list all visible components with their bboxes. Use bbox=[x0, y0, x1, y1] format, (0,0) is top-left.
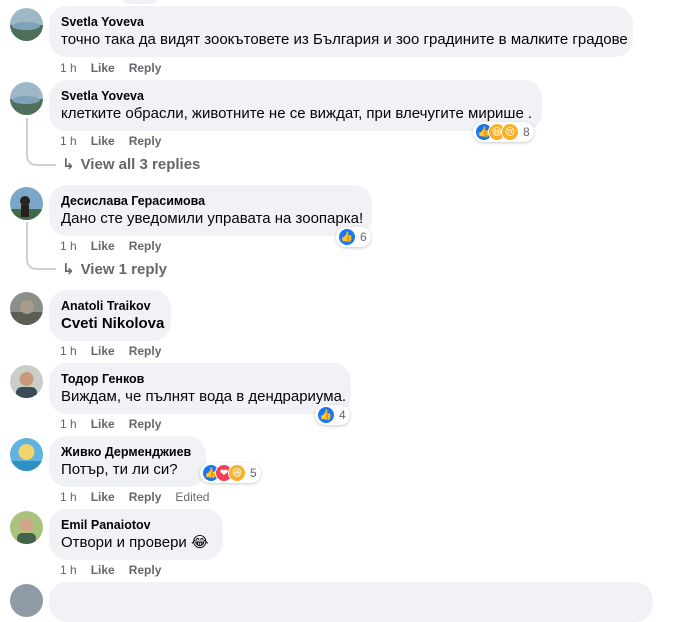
comment-author[interactable]: Тодор Генков bbox=[61, 371, 339, 387]
reply-arrow-icon: ↳ bbox=[62, 261, 75, 278]
thread-elbow bbox=[26, 256, 56, 270]
comment-time[interactable]: 1 h bbox=[60, 563, 77, 577]
view-replies-link[interactable]: ↳ View 1 reply bbox=[62, 260, 168, 279]
reaction-count: 5 bbox=[250, 466, 257, 480]
reaction-summary[interactable]: 👍 4 bbox=[315, 405, 350, 425]
reply-button[interactable]: Reply bbox=[129, 344, 162, 358]
reaction-summary[interactable]: 👍 😆 😢 8 bbox=[473, 122, 534, 142]
reaction-summary[interactable]: 👍 6 bbox=[336, 227, 371, 247]
like-button[interactable]: Like bbox=[91, 490, 115, 504]
comment-bubble: Живко Дерменджиев Потър, ти ли си? bbox=[49, 436, 206, 487]
reply-button[interactable]: Reply bbox=[129, 490, 162, 504]
tagged-user-link[interactable]: Cveti Nikolova bbox=[61, 314, 164, 334]
like-icon: 👍 bbox=[338, 228, 356, 246]
comment-actions: 1 h Like Reply bbox=[60, 416, 175, 432]
reaction-count: 8 bbox=[523, 125, 530, 139]
comment-time[interactable]: 1 h bbox=[60, 134, 77, 148]
like-button[interactable]: Like bbox=[91, 563, 115, 577]
like-icon: 👍 bbox=[317, 406, 335, 424]
avatar[interactable] bbox=[10, 187, 43, 220]
avatar[interactable] bbox=[10, 8, 43, 41]
comment-time[interactable]: 1 h bbox=[60, 490, 77, 504]
avatar[interactable] bbox=[10, 365, 43, 398]
like-button[interactable]: Like bbox=[91, 61, 115, 75]
comment-bubble: Svetla Yoveva клетките обрасли, животнит… bbox=[49, 80, 542, 131]
haha-icon: 😆 bbox=[228, 464, 246, 482]
reply-button[interactable]: Reply bbox=[129, 417, 162, 431]
comment-author[interactable]: Anatoli Traikov bbox=[61, 298, 159, 314]
comment-time[interactable]: 1 h bbox=[60, 344, 77, 358]
like-button[interactable]: Like bbox=[91, 134, 115, 148]
reply-arrow-icon: ↳ bbox=[62, 156, 75, 173]
like-button[interactable]: Like bbox=[91, 344, 115, 358]
comment-author[interactable]: Десислава Герасимова bbox=[61, 193, 360, 209]
comment-bubble: Десислава Герасимова Дано сте уведомили … bbox=[49, 185, 372, 236]
comment-text: Потър, ти ли си? bbox=[61, 461, 178, 478]
reply-button[interactable]: Reply bbox=[129, 134, 162, 148]
comment-actions: 1 h Like Reply Edited bbox=[60, 489, 223, 505]
view-replies-link[interactable]: ↳ View all 3 replies bbox=[62, 155, 201, 174]
comment-time[interactable]: 1 h bbox=[60, 239, 77, 253]
avatar[interactable] bbox=[10, 82, 43, 115]
comment-bubble: Svetla Yoveva точно така да видят зоокът… bbox=[49, 6, 633, 57]
thread-line bbox=[26, 118, 28, 154]
previous-comment-bubble bbox=[120, 0, 160, 4]
comment-time[interactable]: 1 h bbox=[60, 417, 77, 431]
reply-button[interactable]: Reply bbox=[129, 563, 162, 577]
comment-actions: 1 h Like Reply bbox=[60, 238, 175, 254]
comment-text: Виждам, че пълнят вода в дендрариума. bbox=[61, 388, 347, 405]
comment-author[interactable]: Emil Panaiotov bbox=[61, 517, 211, 533]
comment-author[interactable]: Живко Дерменджиев bbox=[61, 444, 194, 460]
like-button[interactable]: Like bbox=[91, 417, 115, 431]
thread-line bbox=[26, 222, 28, 258]
view-replies-label: View 1 reply bbox=[80, 260, 168, 278]
comment-text: Дано сте уведомили управата на зоопарка! bbox=[61, 210, 364, 227]
comment-author[interactable]: Svetla Yoveva bbox=[61, 14, 621, 30]
avatar[interactable] bbox=[10, 292, 43, 325]
comment-text: клетките обрасли, животните не се виждат… bbox=[61, 105, 533, 122]
comment-actions: 1 h Like Reply bbox=[60, 343, 175, 359]
edited-label: Edited bbox=[175, 490, 210, 504]
thread-elbow bbox=[26, 152, 56, 166]
comment-text-body: Отвори и провери bbox=[61, 534, 187, 551]
comment-bubble bbox=[49, 582, 653, 622]
comment-time[interactable]: 1 h bbox=[60, 61, 77, 75]
like-button[interactable]: Like bbox=[91, 239, 115, 253]
reply-button[interactable]: Reply bbox=[129, 61, 162, 75]
reaction-count: 6 bbox=[360, 230, 367, 244]
comment-author[interactable]: Svetla Yoveva bbox=[61, 88, 530, 104]
avatar[interactable] bbox=[10, 511, 43, 544]
laughing-emoji-icon: 😂 bbox=[190, 534, 209, 551]
comment-bubble: Тодор Генков Виждам, че пълнят вода в де… bbox=[49, 363, 351, 414]
avatar[interactable] bbox=[10, 584, 43, 617]
comment-bubble: Anatoli Traikov Cveti Nikolova bbox=[49, 290, 171, 341]
reaction-count: 4 bbox=[339, 408, 346, 422]
comment-actions: 1 h Like Reply bbox=[60, 133, 175, 149]
reaction-summary[interactable]: 👍 ❤ 😆 5 bbox=[200, 463, 261, 483]
reply-button[interactable]: Reply bbox=[129, 239, 162, 253]
avatar[interactable] bbox=[10, 438, 43, 471]
comment-bubble: Emil Panaiotov Отвори и провери 😂 bbox=[49, 509, 223, 560]
comment-actions: 1 h Like Reply bbox=[60, 60, 175, 76]
view-replies-label: View all 3 replies bbox=[80, 155, 201, 173]
comment-text: точно така да видят зоокътовете из Бълга… bbox=[61, 31, 628, 48]
sad-icon: 😢 bbox=[501, 123, 519, 141]
comment-text: Отвори и провери 😂 bbox=[61, 533, 211, 553]
comment-actions: 1 h Like Reply bbox=[60, 562, 175, 578]
